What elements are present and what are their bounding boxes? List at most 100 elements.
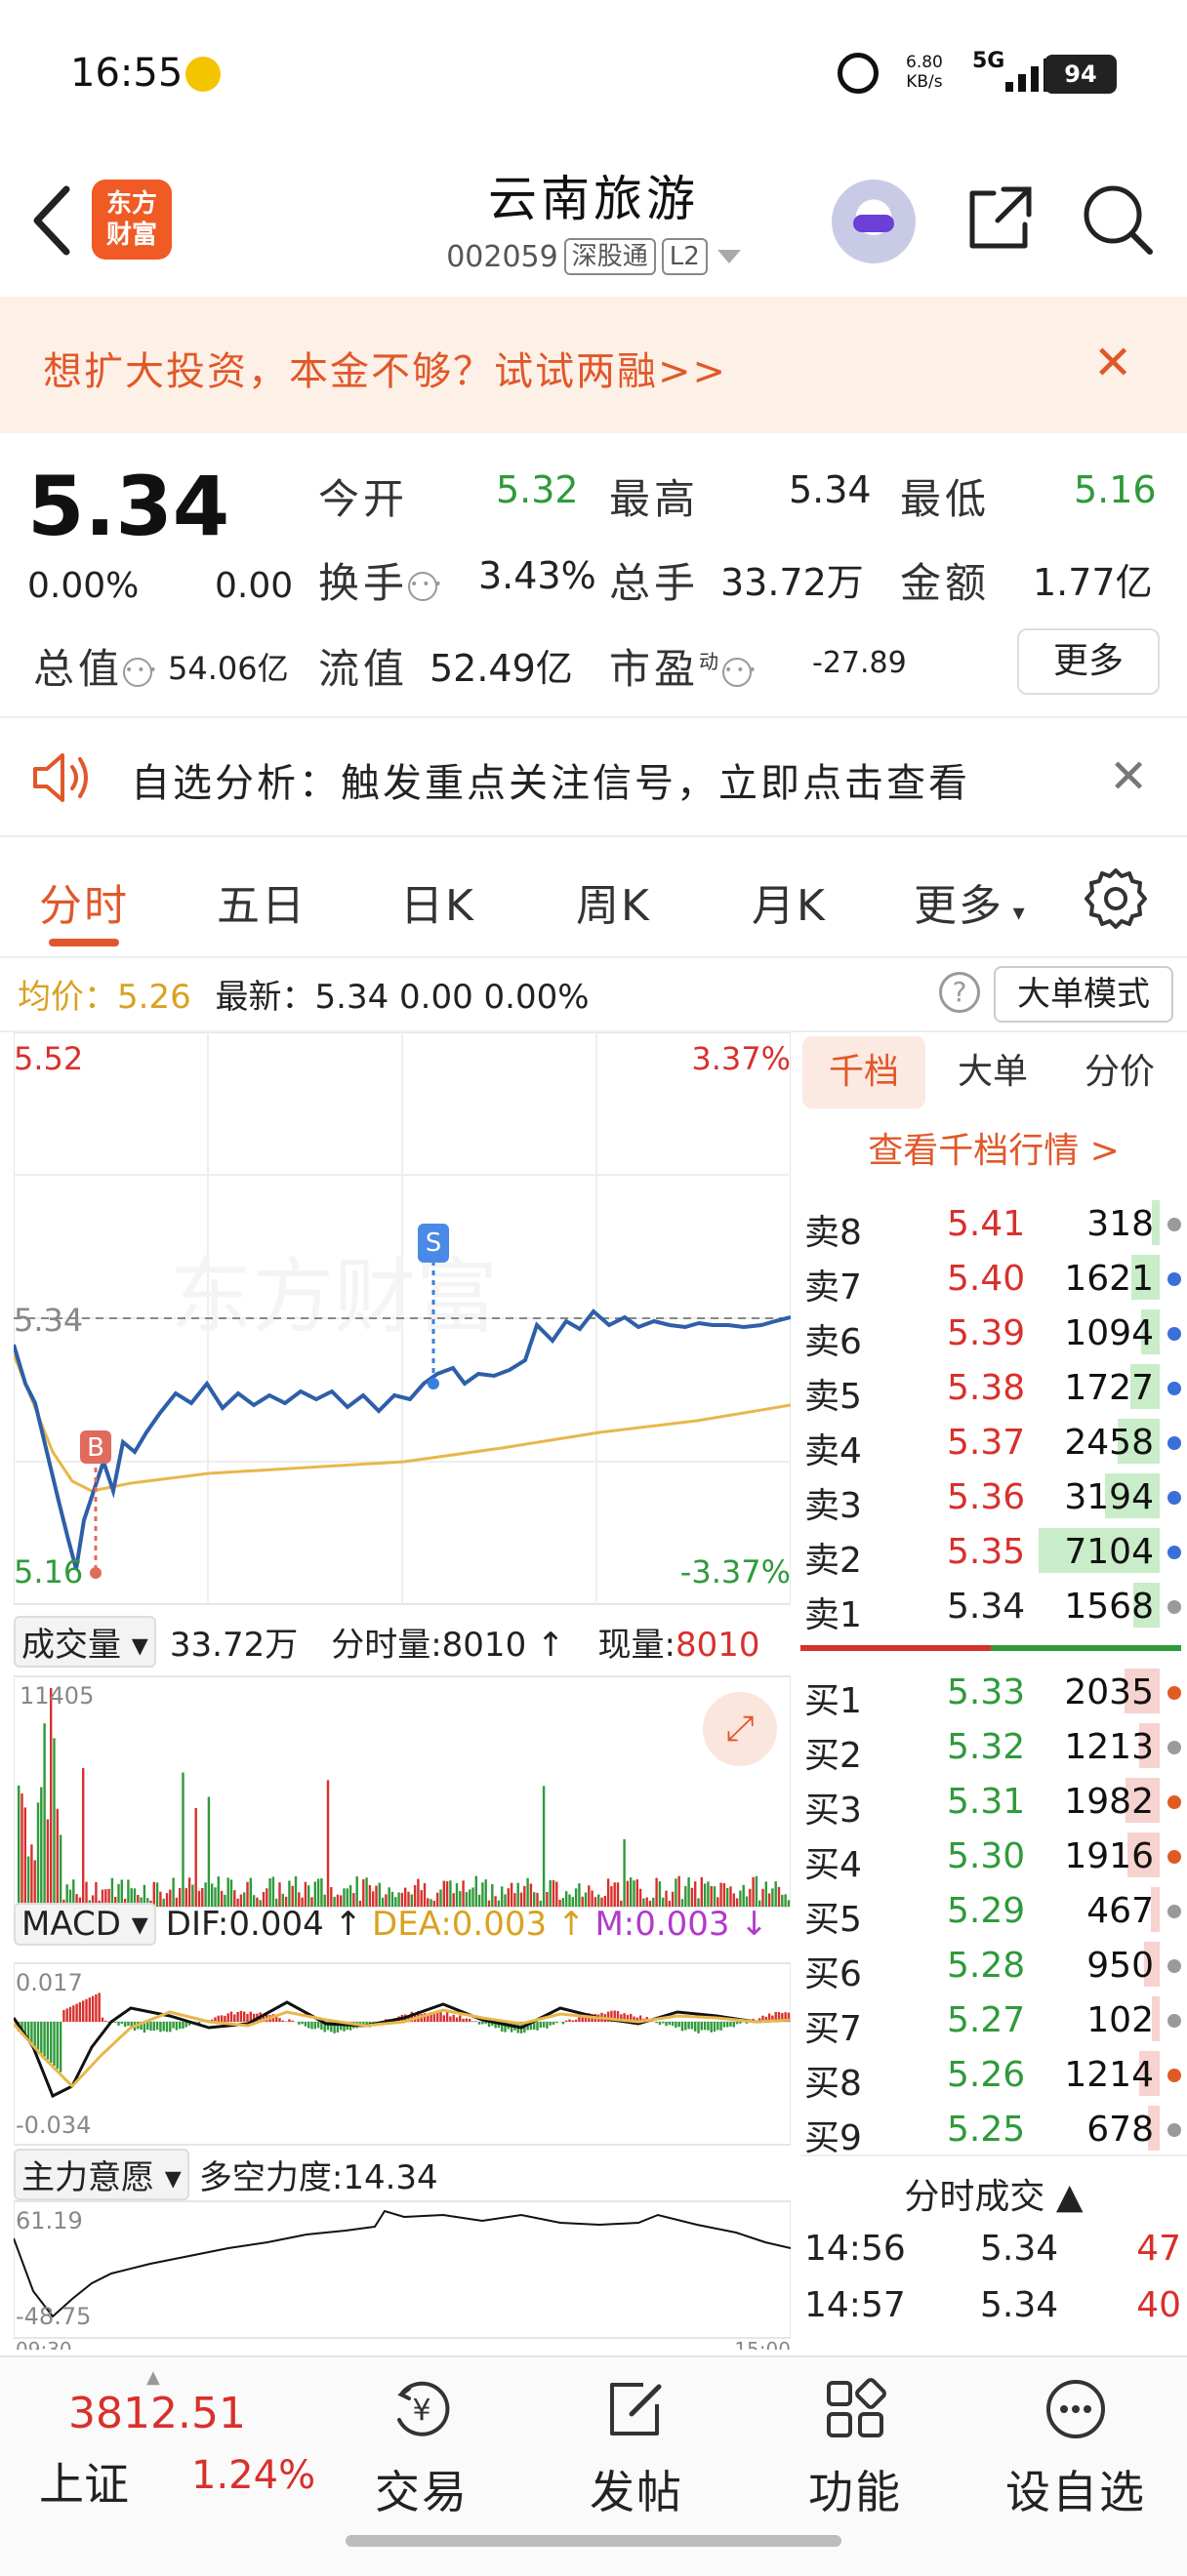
depth-link[interactable]: 查看千档行情 > — [800, 1122, 1187, 1173]
nav-trade[interactable]: ¥ 交易 — [344, 2377, 500, 2521]
stock-subtitle[interactable]: 002059 深股通 L2 — [293, 238, 894, 275]
volume-bar — [23, 1807, 26, 1907]
macd-bar — [233, 2014, 236, 2022]
status-dot-icon — [1167, 1795, 1181, 1809]
volume-bar — [326, 1780, 330, 1907]
ask-row[interactable]: 卖3 5.36 3194 — [802, 1469, 1187, 1526]
level-label: 卖2 — [804, 1541, 862, 1581]
tab-big-order[interactable]: 大单 — [931, 1036, 1054, 1108]
index-name[interactable]: 上证 — [39, 2449, 129, 2514]
back-arrow-icon[interactable] — [25, 181, 84, 260]
close-icon[interactable]: ✕ — [1093, 340, 1132, 386]
tab-daily-k[interactable]: 日K — [400, 870, 475, 933]
macd-bar — [729, 2022, 732, 2027]
macd-bar — [665, 2022, 668, 2027]
index-percent[interactable]: 1.24% — [191, 2453, 315, 2498]
bid-row[interactable]: 买9 5.25 678 — [802, 2102, 1187, 2158]
nav-post[interactable]: 发帖 — [558, 2377, 715, 2521]
tab-monthly-k[interactable]: 月K — [752, 870, 827, 933]
status-dot-icon — [1167, 1218, 1181, 1231]
macd-selector[interactable]: MACD ▾ — [14, 1903, 156, 1946]
trade-volume: 40 — [1136, 2285, 1181, 2325]
bid-row[interactable]: 买2 5.32 1213 — [802, 1719, 1187, 1776]
level-volume: 3194 — [1064, 1477, 1154, 1517]
chevron-down-icon — [716, 250, 741, 263]
trade-time: 14:56 — [804, 2229, 906, 2269]
expand-icon[interactable]: ⤢ — [703, 1692, 777, 1766]
promo-banner[interactable]: 想扩大投资，本金不够？试试两融>> ✕ — [0, 297, 1187, 433]
status-dot-icon — [1167, 1436, 1181, 1450]
macd-bar — [655, 2022, 658, 2024]
bid-row[interactable]: 买8 5.26 1214 — [802, 2047, 1187, 2104]
info-icon[interactable]: ••• — [722, 657, 757, 687]
ask-row[interactable]: 卖6 5.39 1094 — [802, 1306, 1187, 1362]
macd-bar — [465, 2018, 469, 2022]
level-price: 5.25 — [947, 2110, 1026, 2150]
ask-row[interactable]: 卖2 5.35 7104 — [802, 1524, 1187, 1581]
m-value: M:0.003 ↓ — [594, 1905, 768, 1944]
macd-bar — [687, 2022, 690, 2030]
svg-text:S: S — [426, 1228, 442, 1258]
macd-bar — [710, 2022, 713, 2033]
index-value[interactable]: 3812.51 — [68, 2389, 246, 2438]
more-button[interactable]: 更多 — [1017, 628, 1160, 695]
macd-bar — [169, 2022, 172, 2033]
ask-row[interactable]: 卖7 5.40 1621 — [802, 1251, 1187, 1308]
level-volume: 1621 — [1064, 1259, 1154, 1299]
bid-row[interactable]: 买1 5.33 2035 — [802, 1665, 1187, 1721]
amount-value: 1.77亿 — [1033, 561, 1153, 604]
bid-row[interactable]: 买6 5.28 950 — [802, 1938, 1187, 1994]
volume-selector[interactable]: 成交量 ▾ — [14, 1616, 156, 1668]
info-icon[interactable]: ••• — [123, 657, 157, 687]
macd-bar — [574, 2019, 578, 2022]
help-icon[interactable]: ? — [939, 972, 980, 1013]
notice-text[interactable]: 自选分析：触发重点关注信号，立即点击查看 — [131, 751, 970, 808]
price-ref-label: 5.34 — [14, 1302, 84, 1339]
tab-intraday[interactable]: 分时 — [39, 870, 129, 933]
info-icon[interactable]: ••• — [408, 571, 442, 601]
level-volume: 1568 — [1064, 1587, 1154, 1627]
level-volume: 1727 — [1064, 1368, 1154, 1408]
chart-area[interactable]: 东方财富 B S 5.52 3.37% 5.34 5.16 -3.37% 成交量… — [14, 1032, 791, 2350]
net-speed: 6.80 KB/s — [906, 53, 943, 92]
macd-bar — [82, 2000, 85, 2022]
gear-icon[interactable] — [1084, 866, 1148, 931]
force-selector[interactable]: 主力意愿 ▾ — [14, 2149, 189, 2200]
bid-row[interactable]: 买5 5.29 467 — [802, 1883, 1187, 1940]
tab-five-day[interactable]: 五日 — [217, 870, 307, 933]
ask-row[interactable]: 卖4 5.37 2458 — [802, 1415, 1187, 1471]
price-min-label: 5.16 — [14, 1553, 84, 1590]
tab-more[interactable]: 更多 ▾ — [914, 870, 1027, 933]
level-label: 卖7 — [804, 1268, 862, 1308]
level-label: 买1 — [804, 1681, 862, 1721]
volume-bar — [46, 1819, 50, 1907]
ask-row[interactable]: 卖5 5.38 1727 — [802, 1360, 1187, 1417]
macd-bar — [662, 2022, 665, 2024]
price-min-pct: -3.37% — [679, 1553, 791, 1590]
macd-bar — [432, 2014, 436, 2022]
macd-bar — [123, 2022, 127, 2028]
ask-row[interactable]: 卖1 5.34 1568 — [802, 1579, 1187, 1635]
bid-row[interactable]: 买3 5.31 1982 — [802, 1774, 1187, 1831]
macd-bar — [549, 2022, 552, 2026]
nav-functions[interactable]: 功能 — [777, 2377, 933, 2521]
macd-bar — [146, 2022, 149, 2031]
search-icon[interactable] — [1080, 181, 1154, 256]
trades-header[interactable]: 分时成交 ▲ — [800, 2168, 1187, 2219]
nav-add-watchlist[interactable]: 设自选 — [998, 2377, 1154, 2521]
big-order-mode-button[interactable]: 大单模式 — [994, 966, 1173, 1023]
macd-bar — [75, 2003, 78, 2022]
time-end: 15:00 — [734, 2338, 791, 2350]
close-icon[interactable]: ✕ — [1109, 753, 1148, 800]
share-icon[interactable] — [964, 183, 1035, 254]
bid-row[interactable]: 买7 5.27 102 — [802, 1992, 1187, 2049]
tab-weekly-k[interactable]: 周K — [576, 870, 651, 933]
tab-depth[interactable]: 千档 — [802, 1036, 925, 1108]
assistant-robot-icon[interactable] — [832, 180, 916, 263]
bid-row[interactable]: 买4 5.30 1916 — [802, 1829, 1187, 1885]
macd-bar — [59, 2022, 62, 2073]
macd-bar — [291, 2020, 294, 2022]
mktcap-label: 总值 ••• — [33, 645, 161, 693]
ask-row[interactable]: 卖8 5.41 318 — [802, 1196, 1187, 1253]
tab-price-distribution[interactable]: 分价 — [1058, 1036, 1181, 1108]
